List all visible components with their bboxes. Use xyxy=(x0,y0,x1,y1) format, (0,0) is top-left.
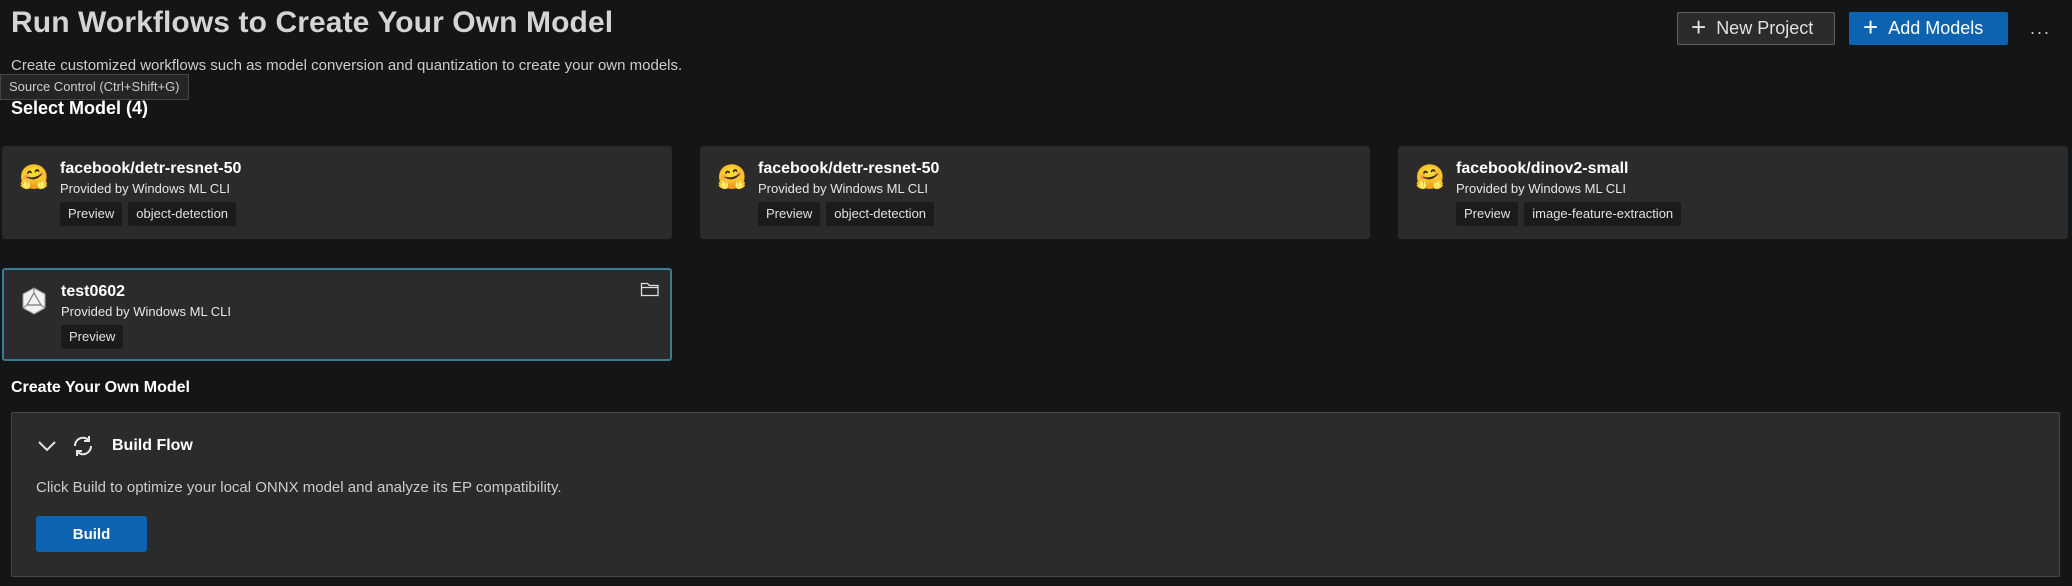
model-name: facebook/detr-resnet-50 xyxy=(758,160,940,177)
model-name: facebook/detr-resnet-50 xyxy=(60,160,242,177)
model-card[interactable]: 🤗 facebook/dinov2-small Provided by Wind… xyxy=(1398,146,2068,239)
model-provider: Provided by Windows ML CLI xyxy=(61,304,232,319)
hugging-face-icon: 🤗 xyxy=(1415,164,1445,191)
plus-icon: + xyxy=(1863,12,1879,42)
model-provider: Provided by Windows ML CLI xyxy=(1456,181,1627,196)
select-model-title: Select Model (4) xyxy=(11,98,149,118)
model-card-selected[interactable]: test0602 Provided by Windows ML CLI Prev… xyxy=(2,268,672,361)
source-control-tooltip: Source Control (Ctrl+Shift+G) xyxy=(0,74,189,100)
page-subtitle: Create customized workflows such as mode… xyxy=(11,57,683,74)
model-card[interactable]: 🤗 facebook/detr-resnet-50 Provided by Wi… xyxy=(2,146,672,239)
hugging-face-icon: 🤗 xyxy=(717,164,747,191)
chevron-down-icon[interactable] xyxy=(36,435,58,457)
plus-icon: + xyxy=(1691,12,1707,42)
tag-preview: Preview xyxy=(1456,202,1519,226)
more-actions-button[interactable]: ··· xyxy=(2026,20,2054,44)
folder-icon[interactable] xyxy=(640,280,660,298)
build-flow-panel: Build Flow Click Build to optimize your … xyxy=(11,412,2060,577)
build-flow-title: Build Flow xyxy=(112,437,193,454)
build-button[interactable]: Build xyxy=(36,516,147,552)
sync-icon xyxy=(73,436,93,456)
new-project-button[interactable]: + New Project xyxy=(1677,12,1835,45)
tag-preview: Preview xyxy=(60,202,123,226)
add-models-label: Add Models xyxy=(1888,18,1984,38)
tag-task: image-feature-extraction xyxy=(1524,202,1682,226)
new-project-label: New Project xyxy=(1716,18,1814,38)
model-tags: Preview xyxy=(61,325,124,349)
build-flow-header[interactable]: Build Flow xyxy=(36,433,193,459)
model-name: test0602 xyxy=(61,283,126,300)
model-tags: Preview image-feature-extraction xyxy=(1456,202,1682,226)
tag-preview: Preview xyxy=(758,202,821,226)
model-name: facebook/dinov2-small xyxy=(1456,160,1629,177)
add-models-button[interactable]: + Add Models xyxy=(1849,12,2008,45)
model-provider: Provided by Windows ML CLI xyxy=(758,181,929,196)
model-provider: Provided by Windows ML CLI xyxy=(60,181,231,196)
tag-preview: Preview xyxy=(61,325,124,349)
model-tags: Preview object-detection xyxy=(758,202,935,226)
header-actions: + New Project + Add Models ··· xyxy=(0,12,2072,45)
build-flow-description: Click Build to optimize your local ONNX … xyxy=(36,479,562,496)
hugging-face-icon: 🤗 xyxy=(19,164,49,191)
model-card[interactable]: 🤗 facebook/detr-resnet-50 Provided by Wi… xyxy=(700,146,1370,239)
onnx-logo-icon xyxy=(20,287,48,315)
tag-task: object-detection xyxy=(826,202,935,226)
tag-task: object-detection xyxy=(128,202,237,226)
create-own-model-title: Create Your Own Model xyxy=(11,379,190,396)
model-tags: Preview object-detection xyxy=(60,202,237,226)
